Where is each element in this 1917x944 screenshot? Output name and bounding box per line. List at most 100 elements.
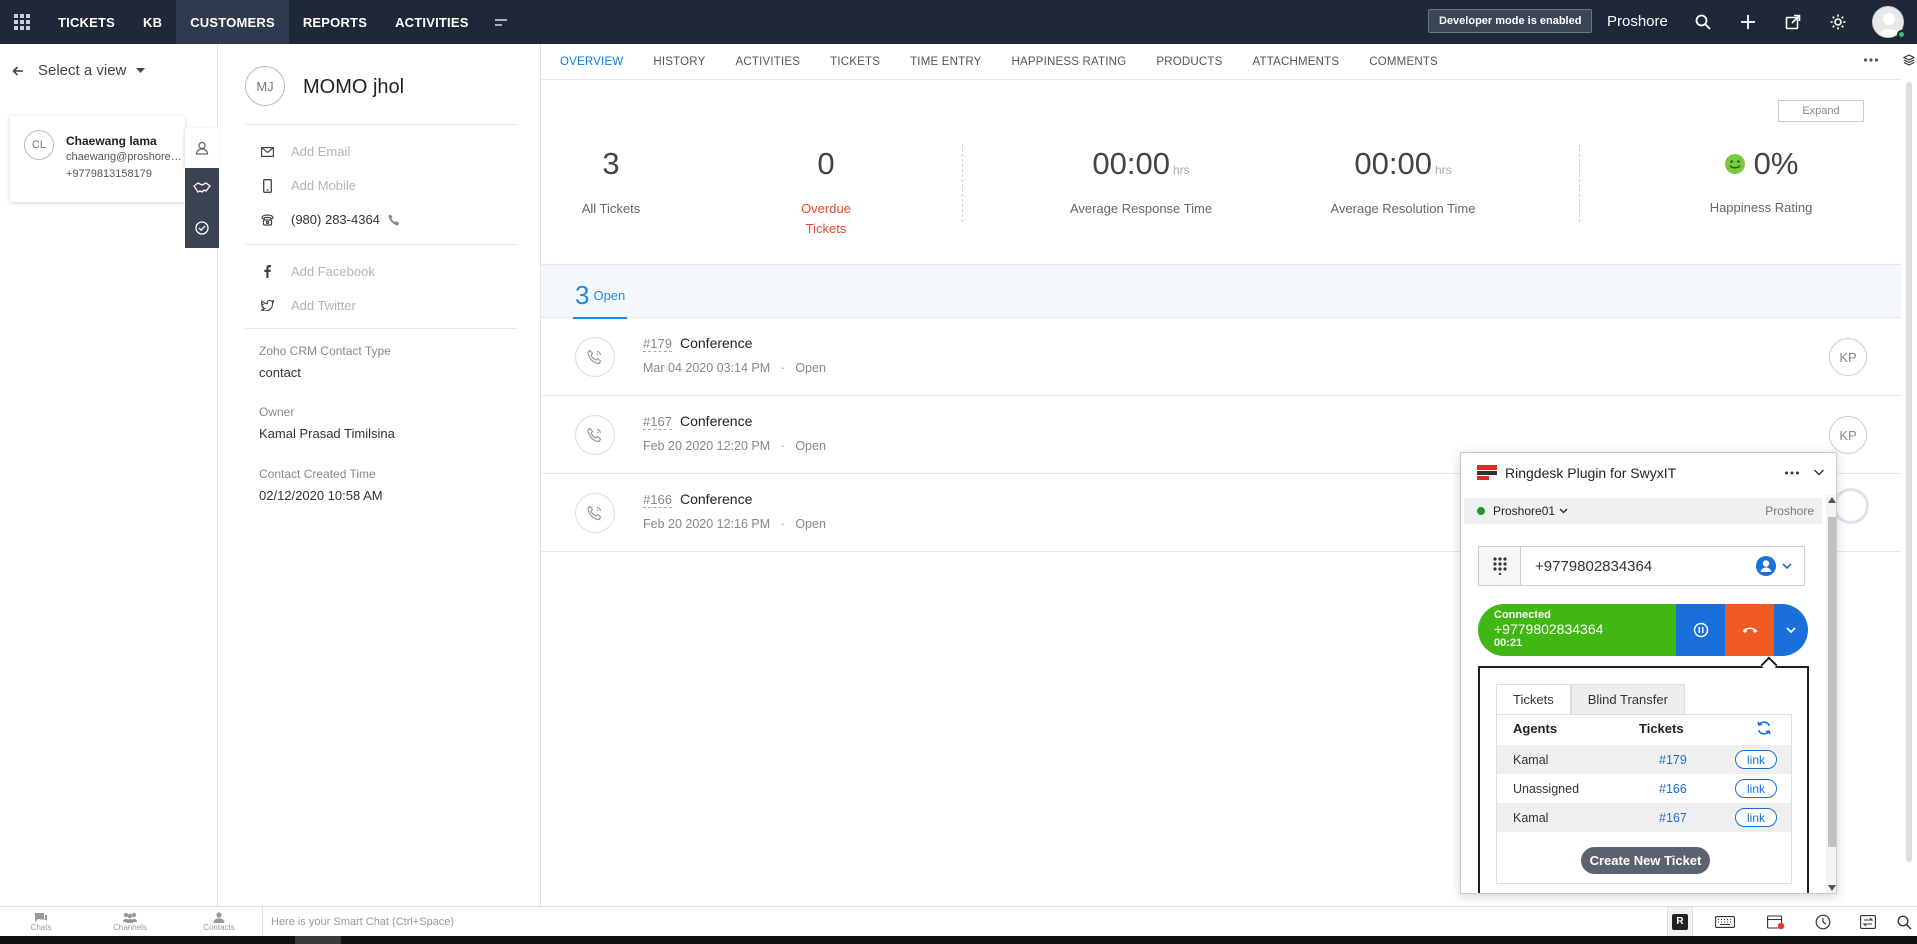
ticket-id[interactable]: #167 — [643, 414, 672, 430]
clock-icon[interactable] — [1812, 912, 1834, 932]
detail-tabs: OVERVIEW HISTORY ACTIVITIES TICKETS TIME… — [541, 44, 1901, 80]
more-options-icon[interactable] — [1863, 52, 1879, 68]
tab-products[interactable]: PRODUCTS — [1156, 44, 1222, 80]
contact-tab-icon[interactable] — [185, 128, 219, 168]
contact-avatar: MJ — [245, 66, 285, 106]
ticket-row[interactable]: #179 Conference Mar 04 2020 03:14 PM · O… — [541, 318, 1901, 396]
link-button[interactable]: link — [1735, 779, 1777, 798]
ringdesk-r-button[interactable]: R — [1667, 907, 1693, 936]
tab-tickets[interactable]: Tickets — [1496, 684, 1571, 714]
collapse-chevron-icon[interactable] — [1813, 466, 1825, 478]
presence-user[interactable]: Proshore01 — [1493, 504, 1555, 518]
created-time-value: 02/12/2020 10:58 AM — [259, 488, 383, 503]
stats-separator — [1579, 144, 1580, 222]
keyboard-icon[interactable] — [1714, 912, 1736, 932]
ticket-subject[interactable]: Conference — [680, 413, 752, 429]
open-external-icon[interactable] — [1782, 11, 1804, 33]
contacts-button[interactable]: Contacts — [189, 909, 249, 935]
ticket-id[interactable]: #166 — [643, 492, 672, 508]
phone-call-icon — [575, 337, 615, 377]
apps-grid-icon[interactable] — [0, 0, 44, 44]
add-mobile-link[interactable]: Add Mobile — [291, 178, 356, 193]
tab-comments[interactable]: COMMENTS — [1369, 44, 1438, 80]
channels-button[interactable]: Channels — [100, 909, 160, 935]
ticket-subject[interactable]: Conference — [680, 491, 752, 507]
add-icon[interactable] — [1737, 11, 1759, 33]
presence-bar: Proshore01 Proshore — [1464, 498, 1822, 524]
nav-activities[interactable]: ACTIVITIES — [381, 0, 483, 44]
taskbar-active-item[interactable] — [295, 936, 341, 944]
more-modules-icon[interactable] — [483, 0, 519, 44]
handshake-icon[interactable] — [185, 168, 219, 208]
ticket-subject[interactable]: Conference — [680, 335, 752, 351]
contact-person-icon — [1756, 556, 1776, 576]
tab-activities[interactable]: ACTIVITIES — [735, 44, 800, 80]
nav-customers[interactable]: CUSTOMERS — [176, 0, 289, 44]
ticket-date: Mar 04 2020 03:14 PM — [643, 361, 771, 375]
hangup-button[interactable] — [1725, 604, 1774, 656]
happiness-value: 0% — [1753, 146, 1799, 181]
transfer-icon[interactable] — [1857, 912, 1879, 932]
chevron-down-icon — [1782, 562, 1792, 570]
widget-scrollbar-thumb[interactable] — [1828, 517, 1836, 847]
assignee-avatar[interactable]: KP — [1829, 416, 1867, 454]
ticket-id[interactable]: #179 — [643, 336, 672, 352]
assignee-avatar[interactable]: KP — [1829, 338, 1867, 376]
add-mobile-row[interactable]: Add Mobile — [257, 178, 356, 193]
smart-chat-input[interactable]: Here is your Smart Chat (Ctrl+Space) — [262, 907, 1652, 936]
phone-number[interactable]: (980) 283-4364 — [291, 212, 380, 227]
add-twitter-row[interactable]: Add Twitter — [257, 298, 356, 313]
add-facebook-link[interactable]: Add Facebook — [291, 264, 375, 279]
link-button[interactable]: link — [1735, 750, 1777, 769]
hold-button[interactable] — [1676, 604, 1725, 656]
search-icon[interactable] — [1692, 11, 1714, 33]
call-info: Connected +9779802834364 00:21 — [1478, 604, 1676, 656]
add-twitter-link[interactable]: Add Twitter — [291, 298, 356, 313]
refresh-icon[interactable] — [1756, 720, 1772, 736]
happiness-label: Happiness Rating — [1709, 200, 1813, 215]
link-button[interactable]: link — [1735, 808, 1777, 827]
tab-overview[interactable]: OVERVIEW — [560, 44, 623, 80]
settings-icon[interactable] — [1827, 11, 1849, 33]
add-email-link[interactable]: Add Email — [291, 144, 350, 159]
add-email-row[interactable]: Add Email — [257, 144, 350, 159]
create-new-ticket-button[interactable]: Create New Ticket — [1581, 847, 1710, 874]
row-ticket[interactable]: #179 — [1659, 753, 1687, 767]
ticket-status: Open — [795, 361, 826, 375]
dialpad-icon[interactable] — [1479, 547, 1521, 585]
tab-tickets[interactable]: TICKETS — [830, 44, 880, 80]
call-options-chevron-icon[interactable] — [1774, 604, 1808, 656]
tab-attachments[interactable]: ATTACHMENTS — [1252, 44, 1339, 80]
tab-time-entry[interactable]: TIME ENTRY — [910, 44, 981, 80]
tab-happiness-rating[interactable]: HAPPINESS RATING — [1012, 44, 1127, 80]
contact-list-item[interactable]: CL Chaewang lama chaewang@proshore.eu +9… — [10, 116, 185, 202]
nav-kb[interactable]: KB — [129, 0, 176, 44]
avg-response-value: 00:00 — [1092, 146, 1170, 181]
calendar-alert-icon[interactable] — [1765, 912, 1787, 932]
org-name[interactable]: Proshore — [1607, 13, 1668, 30]
add-facebook-row[interactable]: Add Facebook — [257, 264, 375, 279]
nav-reports[interactable]: REPORTS — [289, 0, 381, 44]
back-arrow-icon[interactable] — [12, 65, 24, 77]
call-phone-icon[interactable] — [388, 214, 400, 226]
tab-history[interactable]: HISTORY — [653, 44, 705, 80]
chats-button[interactable]: Chats — [11, 909, 71, 935]
expand-button[interactable]: Expand — [1778, 100, 1864, 122]
search-icon[interactable] — [1893, 912, 1915, 932]
row-ticket[interactable]: #167 — [1659, 811, 1687, 825]
dial-number-input[interactable]: +9779802834364 — [1535, 558, 1652, 575]
page-scrollbar[interactable] — [1906, 82, 1912, 862]
check-circle-icon[interactable] — [185, 208, 219, 248]
layers-icon[interactable] — [1903, 54, 1915, 66]
widget-more-icon[interactable] — [1784, 465, 1800, 481]
contact-phone: +9779813158179 — [66, 168, 152, 180]
open-tickets-tab[interactable]: 3 Open — [573, 273, 628, 319]
chats-label: Chats — [30, 923, 52, 932]
chevron-down-icon[interactable] — [1559, 508, 1568, 514]
view-selector[interactable]: Select a view — [12, 62, 146, 79]
nav-tickets[interactable]: TICKETS — [44, 0, 129, 44]
row-ticket[interactable]: #166 — [1659, 782, 1687, 796]
tab-blind-transfer[interactable]: Blind Transfer — [1570, 684, 1685, 714]
twitter-icon — [257, 300, 277, 311]
contact-picker[interactable] — [1756, 556, 1792, 576]
